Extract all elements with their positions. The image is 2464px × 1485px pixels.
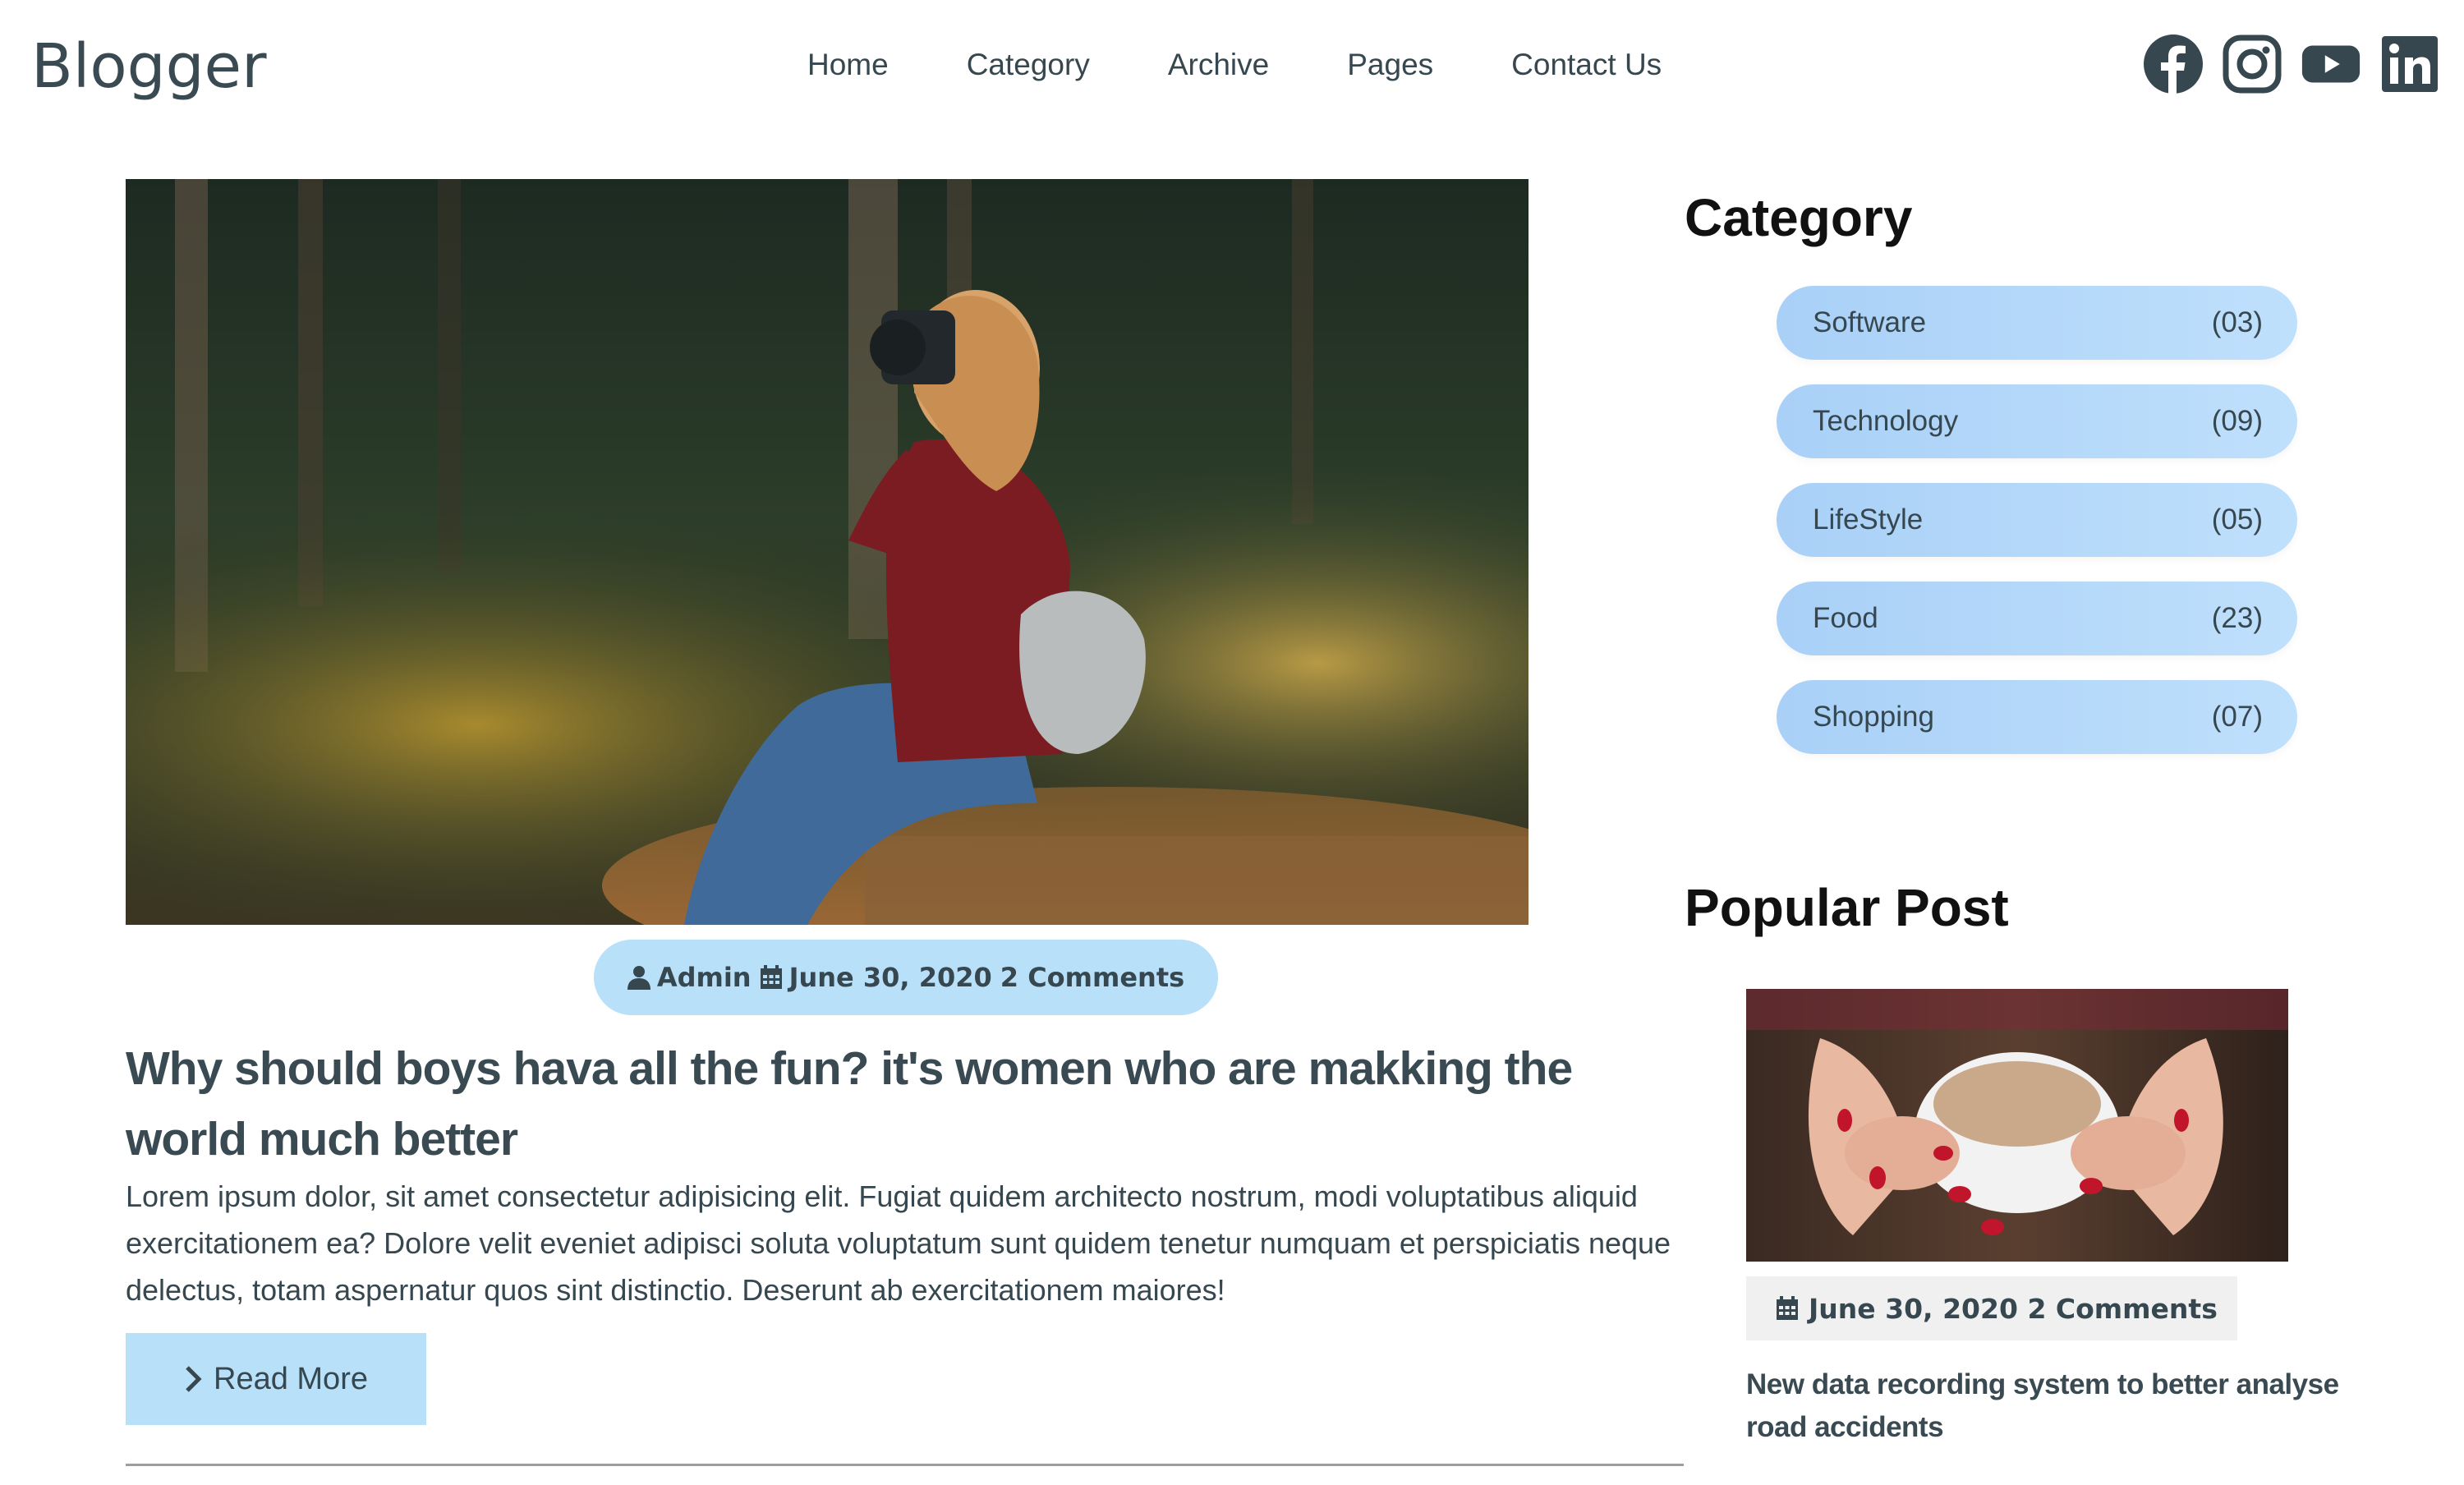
linkedin-icon[interactable]	[2380, 34, 2439, 94]
category-count: (09)	[2211, 405, 2263, 437]
read-more-button[interactable]: Read More	[126, 1333, 426, 1425]
chevron-right-icon	[186, 1366, 202, 1392]
user-icon	[627, 966, 650, 990]
popular-post-comments[interactable]: 2 Comments	[2027, 1293, 2217, 1325]
nav-pages[interactable]: Pages	[1347, 48, 1433, 82]
category-count: (05)	[2211, 503, 2263, 536]
popular-post-meta: June 30, 2020 2 Comments	[1746, 1276, 2237, 1340]
category-count: (03)	[2211, 306, 2263, 338]
category-list: Software (03) Technology (09) LifeStyle …	[1777, 286, 2297, 779]
date-text: June 30, 2020	[788, 962, 992, 993]
post-title[interactable]: Why should boys hava all the fun? it's w…	[126, 1033, 1670, 1175]
youtube-icon[interactable]	[2301, 34, 2361, 94]
social-links	[2144, 34, 2439, 94]
post-meta-pill: Admin June 30, 2020 2 Comments	[594, 940, 1218, 1015]
author-name: Admin	[656, 962, 752, 993]
nav-home[interactable]: Home	[807, 48, 889, 82]
featured-post-image[interactable]	[126, 179, 1529, 925]
post-date: June 30, 2020	[760, 962, 992, 993]
main-nav: Home Category Archive Pages Contact Us	[807, 48, 1740, 82]
category-count: (23)	[2211, 602, 2263, 634]
nav-contact-us[interactable]: Contact Us	[1511, 48, 1662, 82]
category-item-technology[interactable]: Technology (09)	[1777, 384, 2297, 458]
site-logo[interactable]: Blogger	[31, 31, 267, 102]
category-item-food[interactable]: Food (23)	[1777, 582, 2297, 655]
category-name: Food	[1813, 602, 1878, 634]
calendar-icon	[1777, 1296, 1798, 1320]
popular-post-title[interactable]: New data recording system to better anal…	[1746, 1363, 2370, 1449]
category-name: Shopping	[1813, 701, 1934, 733]
nav-category[interactable]: Category	[967, 48, 1090, 82]
category-name: Software	[1813, 306, 1927, 338]
read-more-label: Read More	[214, 1361, 368, 1396]
category-name: Technology	[1813, 405, 1959, 437]
post-excerpt: Lorem ipsum dolor, sit amet consectetur …	[126, 1179, 1671, 1307]
category-item-lifestyle[interactable]: LifeStyle (05)	[1777, 483, 2297, 557]
category-count: (07)	[2211, 701, 2263, 733]
post-divider	[126, 1464, 1684, 1466]
comments-count[interactable]: 2 Comments	[1000, 962, 1184, 993]
category-heading: Category	[1685, 188, 1913, 247]
nav-archive[interactable]: Archive	[1168, 48, 1269, 82]
category-name: LifeStyle	[1813, 503, 1924, 536]
instagram-icon[interactable]	[2223, 34, 2282, 94]
category-item-shopping[interactable]: Shopping (07)	[1777, 680, 2297, 754]
popular-post-image[interactable]	[1746, 989, 2288, 1262]
facebook-icon[interactable]	[2144, 34, 2203, 94]
category-item-software[interactable]: Software (03)	[1777, 286, 2297, 360]
post-author[interactable]: Admin	[627, 962, 752, 993]
popular-post-heading: Popular Post	[1685, 878, 2009, 937]
popular-post-date: June 30, 2020	[1809, 1292, 2018, 1325]
calendar-icon	[760, 965, 782, 989]
